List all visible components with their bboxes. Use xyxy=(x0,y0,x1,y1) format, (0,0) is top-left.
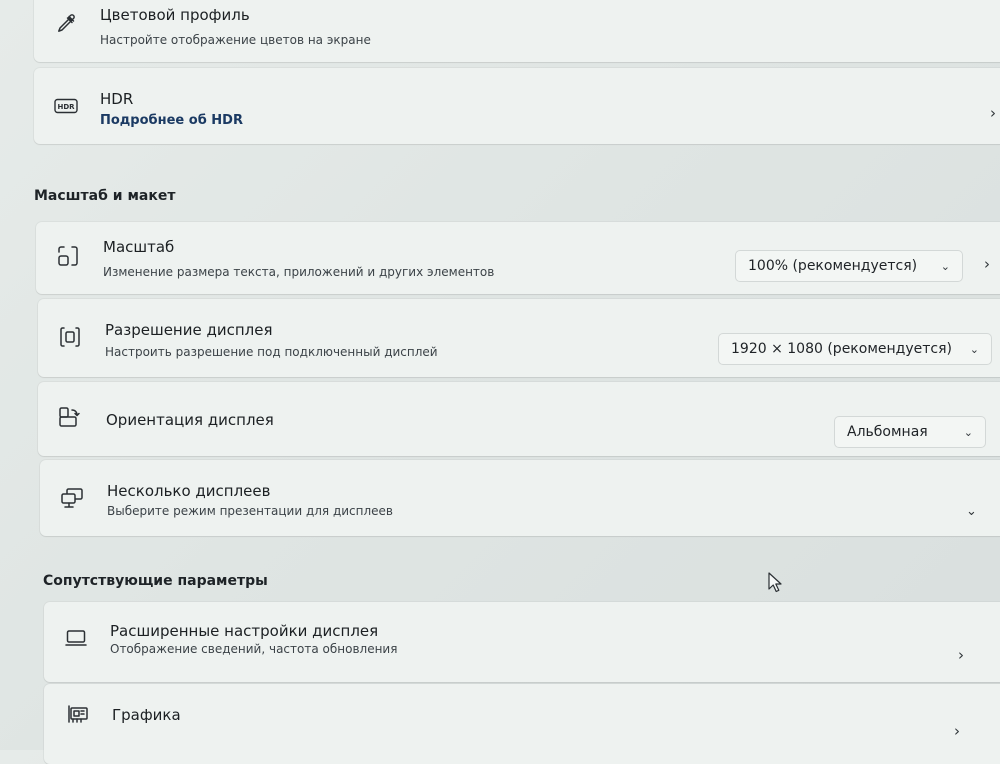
resolution-dropdown[interactable]: 1920 × 1080 (рекомендуется) ⌄ xyxy=(718,333,992,365)
monitor-icon xyxy=(64,626,88,650)
multiple-displays-title: Несколько дисплеев xyxy=(107,482,271,500)
hdr-icon: HDR xyxy=(54,94,78,118)
graphics-title: Графика xyxy=(112,706,181,724)
eyedropper-icon xyxy=(54,12,78,36)
color-profile-title: Цветовой профиль xyxy=(100,6,250,24)
section-heading-scale-layout: Масштаб и макет xyxy=(34,188,176,204)
color-profile-subtitle: Настройте отображение цветов на экране xyxy=(100,33,371,47)
advanced-display-subtitle: Отображение сведений, частота обновления xyxy=(110,642,398,656)
color-profile-row[interactable]: Цветовой профиль Настройте отображение ц… xyxy=(34,0,1000,62)
multiple-displays-row[interactable]: Несколько дисплеев Выберите режим презен… xyxy=(40,460,1000,536)
scale-icon xyxy=(56,244,80,268)
orientation-row[interactable]: Ориентация дисплея Альбомная ⌄ xyxy=(38,382,1000,456)
scale-subtitle: Изменение размера текста, приложений и д… xyxy=(103,265,495,279)
resolution-row[interactable]: Разрешение дисплея Настроить разрешение … xyxy=(38,299,1000,377)
scale-title: Масштаб xyxy=(103,238,175,256)
scale-dropdown-value: 100% (рекомендуется) xyxy=(748,258,918,274)
orientation-icon xyxy=(58,406,82,430)
hdr-icon-text: HDR xyxy=(57,103,75,111)
chevron-right-icon: › xyxy=(984,255,990,273)
chevron-right-icon: › xyxy=(954,722,960,740)
orientation-dropdown[interactable]: Альбомная ⌄ xyxy=(834,416,986,448)
mouse-cursor-icon xyxy=(768,572,786,594)
orientation-dropdown-value: Альбомная xyxy=(847,424,928,440)
hdr-row[interactable]: HDR HDR Подробнее об HDR › xyxy=(34,68,1000,144)
chevron-right-icon: › xyxy=(990,104,996,122)
graphics-card-icon xyxy=(66,702,90,726)
chevron-right-icon: › xyxy=(958,646,964,664)
chevron-down-icon: ⌄ xyxy=(963,425,973,439)
multiple-displays-icon xyxy=(60,486,84,510)
graphics-row[interactable]: Графика › xyxy=(44,684,1000,764)
resolution-subtitle: Настроить разрешение под подключенный ди… xyxy=(105,345,438,359)
resolution-icon xyxy=(58,325,82,349)
resolution-title: Разрешение дисплея xyxy=(105,321,273,339)
section-heading-related: Сопутствующие параметры xyxy=(43,573,268,589)
resolution-dropdown-value: 1920 × 1080 (рекомендуется) xyxy=(731,341,952,357)
advanced-display-row[interactable]: Расширенные настройки дисплея Отображени… xyxy=(44,602,1000,682)
hdr-title: HDR xyxy=(100,90,134,108)
hdr-learn-more-link[interactable]: Подробнее об HDR xyxy=(100,113,243,128)
orientation-title: Ориентация дисплея xyxy=(106,411,274,429)
advanced-display-title: Расширенные настройки дисплея xyxy=(110,622,379,640)
multiple-displays-subtitle: Выберите режим презентации для дисплеев xyxy=(107,504,393,518)
chevron-down-icon: ⌄ xyxy=(969,342,979,356)
scale-dropdown[interactable]: 100% (рекомендуется) ⌄ xyxy=(735,250,963,282)
chevron-down-icon: ⌄ xyxy=(940,259,950,273)
scale-row[interactable]: Масштаб Изменение размера текста, прилож… xyxy=(36,222,1000,294)
chevron-down-icon[interactable]: ⌄ xyxy=(966,504,977,519)
